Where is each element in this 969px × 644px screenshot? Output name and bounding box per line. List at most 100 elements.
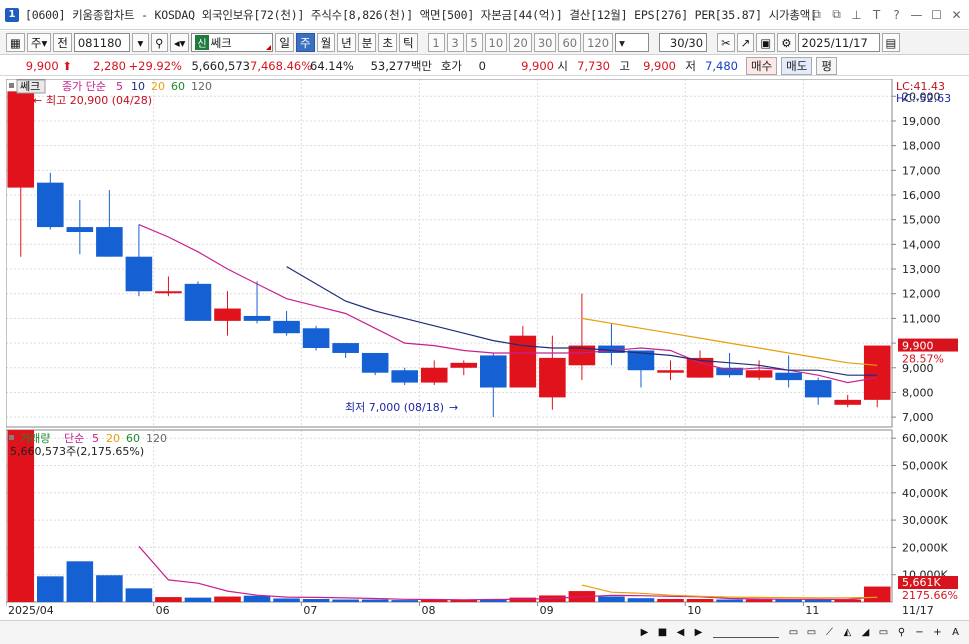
date-input[interactable]: 2025/11/17 [797,33,880,52]
font-icon[interactable]: T [868,6,885,23]
candle-body [420,367,448,383]
x-axis-label: 2025/04 [8,604,54,617]
period-second[interactable]: 초 [378,33,397,52]
speaker-icon[interactable]: ◂▾ [169,33,190,52]
period-type-select[interactable]: 주 ▾ [26,33,52,52]
buy-button[interactable]: 매수 [746,56,778,75]
zoom-icon[interactable]: ⚲ [894,625,909,640]
scroll-right-fast-icon[interactable]: ▶ [691,625,706,640]
scissors-icon[interactable]: ✂ [717,33,735,52]
chart-layout-icon[interactable]: ▦ [6,33,25,52]
trend-tool-icon[interactable]: ↗ [736,33,755,52]
ma-legend-20: 20 [151,80,165,93]
calendar-icon[interactable]: ▤ [881,33,901,52]
zoom-in-icon[interactable]: + [930,625,945,640]
volume-bar [745,599,773,602]
change-amount: 2,280 [93,58,126,73]
volume-percent: 7,468.46% [250,58,313,73]
price-axis-label: 12,000 [902,288,941,301]
line-icon[interactable]: ⟋ [822,625,837,640]
price-axis-label: 7,000 [902,411,934,424]
x-axis-label: 09 [540,604,554,617]
candle-body [7,91,35,188]
period-week[interactable]: 주 [295,33,315,52]
minimize-button[interactable]: — [908,6,925,23]
ma-legend-120: 120 [191,80,212,93]
help-icon[interactable]: ? [888,6,905,23]
chart-area[interactable]: 20,000 19,000 18,000 17,000 16,000 15,000 14,0… [5,74,958,619]
code-dropdown-icon[interactable]: ▾ [131,33,149,52]
interval-1[interactable]: 1 [427,33,445,52]
stock-tag: 쎄크 [20,80,40,93]
period-tick[interactable]: 틱 [398,33,418,52]
fill-icon[interactable]: ◢ [858,625,873,640]
settings-gear-icon[interactable]: ⚙ [777,33,796,52]
candle-body [391,370,418,383]
low-annot-arrow-icon: → [449,401,458,414]
ma-legend-10: 10 [131,80,145,93]
interval-10[interactable]: 10 [484,33,508,52]
low-label: 저 [685,58,696,73]
stock-name-field[interactable]: 신 쎄크 [191,33,274,52]
bar-icon[interactable]: ▭ [804,625,819,640]
period-month[interactable]: 월 [316,33,336,52]
interval-30[interactable]: 30 [533,33,557,52]
window-title: [0600] 키움종합차트 - KOSDAQ 외국인보유[72(천)] 주식수[… [25,7,817,22]
pin-icon[interactable]: ⊥ [848,6,865,23]
candle-body [243,315,271,321]
zoom-out-icon[interactable]: − [912,625,927,640]
search-icon[interactable]: ⚲ [150,33,168,52]
current-price: 9,900 ⬆ [0,59,72,73]
volume-bar [332,599,359,602]
data-count-input[interactable]: 30/30 [659,33,708,52]
prev-button[interactable]: 전 [53,33,72,52]
stop-icon[interactable]: ■ [655,625,670,640]
interval-120[interactable]: 120 [583,33,614,52]
interval-5[interactable]: 5 [465,33,483,52]
volume-bar [716,599,743,602]
interval-60[interactable]: 60 [558,33,582,52]
candle-body [332,343,359,353]
maximize-button[interactable]: ☐ [928,6,945,23]
link-window-icon[interactable]: ⧉ [808,6,825,23]
period-day[interactable]: 일 [275,33,294,52]
interval-custom-input[interactable]: ▾ [615,33,650,52]
axis-labels: 20,00019,00018,00017,00016,00015,00014,0… [5,90,948,617]
current-price-badge-text: 9,900 [902,340,934,353]
moving-averages [138,224,878,384]
font-size-icon[interactable]: A [948,625,963,640]
copy-window-icon[interactable]: ⧉ [828,6,845,23]
volume-bar [598,596,625,602]
area-icon[interactable]: ◭ [840,625,855,640]
volume-bar [361,599,389,602]
interval-20[interactable]: 20 [509,33,532,52]
eval-button[interactable]: 평 [816,56,837,75]
interval-3[interactable]: 3 [446,33,464,52]
stock-code-input[interactable]: 081180 [73,33,130,52]
scroll-right-icon[interactable]: ▶ [637,625,652,640]
layer-icon[interactable]: ▭ [876,625,891,640]
high-annotation: 최고 20,900 (04/28) [46,94,152,107]
new-listing-badge: 신 [195,35,209,50]
volume-current-pct: 2175.66% [902,589,958,602]
volume-bar [96,575,123,602]
close-button[interactable]: ✕ [948,6,965,23]
save-icon[interactable]: ▣ [756,33,776,52]
period-minute[interactable]: 분 [357,33,377,52]
sell-button[interactable]: 매도 [781,56,813,75]
candle-body [302,328,330,349]
volume-bar [863,586,891,602]
hc-value: HC:-52.63 [896,92,951,105]
zoom-slider[interactable] [713,628,779,638]
vma-legend-20: 20 [106,432,120,445]
corner-marker-icon [266,45,272,50]
x-axis-label: 06 [156,604,170,617]
candle-icon[interactable]: ▭ [786,625,801,640]
price-volume-chart[interactable]: 20,00019,00018,00017,00016,00015,00014,0… [5,74,958,619]
low-annotation: 최저 7,000 (08/18) [345,401,444,414]
candle-body [66,227,94,233]
price-axis-label: 19,000 [902,115,941,128]
scroll-left-fast-icon[interactable]: ◀ [673,625,688,640]
price-axis-label: 14,000 [902,238,941,251]
period-year[interactable]: 년 [337,33,356,52]
